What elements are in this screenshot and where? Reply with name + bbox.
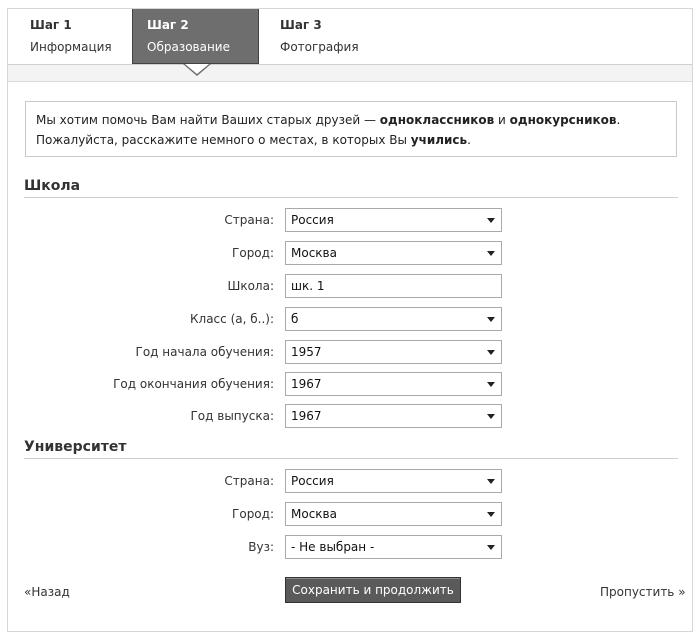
university-country-value: Россия <box>291 474 334 488</box>
info-bold-classmates: одноклассников <box>379 113 495 127</box>
school-name-label: Школа: <box>227 279 275 293</box>
back-link[interactable]: «Назад <box>24 585 70 599</box>
steps-bar: Шаг 1 Информация Шаг 2 Образование Шаг 3… <box>8 9 692 64</box>
chevron-down-icon <box>487 218 495 223</box>
save-and-continue-button[interactable]: Сохранить и продолжить <box>285 577 461 603</box>
step-1-title: Шаг 1 <box>30 18 72 32</box>
step-1-tab[interactable]: Шаг 1 Информация <box>16 9 144 64</box>
school-class-select[interactable]: б <box>285 307 502 331</box>
chevron-down-icon <box>487 414 495 419</box>
school-city-label: Город: <box>232 246 274 260</box>
chevron-down-icon <box>487 512 495 517</box>
info-text: Пожалуйста, расскажите немного о местах,… <box>36 133 411 147</box>
step-1-subtitle: Информация <box>30 40 112 54</box>
school-grad-year-label: Год выпуска: <box>190 409 274 423</box>
school-end-year-label: Год окончания обучения: <box>113 377 274 391</box>
info-bold-studied: учились <box>410 133 468 147</box>
info-text: . <box>616 113 621 127</box>
university-city-value: Москва <box>291 507 337 521</box>
school-country-select[interactable]: Россия <box>285 208 502 232</box>
school-class-label: Класс (а, б..): <box>190 312 274 326</box>
info-text: и <box>494 113 510 127</box>
university-name-label: Вуз: <box>248 540 274 554</box>
chevron-down-icon <box>487 545 495 550</box>
university-city-select[interactable]: Москва <box>285 502 502 526</box>
university-name-value: - Не выбран - <box>291 540 375 554</box>
chevron-down-icon <box>487 382 495 387</box>
university-name-select[interactable]: - Не выбран - <box>285 535 502 559</box>
step-3-title: Шаг 3 <box>280 18 322 32</box>
info-text: Мы хотим помочь Вам найти Ваших старых д… <box>36 113 380 127</box>
wizard-frame: Шаг 1 Информация Шаг 2 Образование Шаг 3… <box>7 8 693 632</box>
university-city-label: Город: <box>232 507 274 521</box>
school-section-title: Школа <box>24 178 81 194</box>
school-end-year-select[interactable]: 1967 <box>285 372 502 396</box>
school-city-select[interactable]: Москва <box>285 241 502 265</box>
school-grad-year-select[interactable]: 1967 <box>285 404 502 428</box>
chevron-down-icon <box>487 350 495 355</box>
chevron-down-icon <box>487 479 495 484</box>
skip-link[interactable]: Пропустить » <box>600 585 686 599</box>
school-country-label: Страна: <box>224 213 274 227</box>
chevron-down-icon <box>487 251 495 256</box>
steps-divider <box>8 64 692 82</box>
chevron-down-icon <box>487 317 495 322</box>
info-message: Мы хотим помочь Вам найти Ваших старых д… <box>25 101 677 157</box>
active-step-pointer-inner <box>185 64 209 74</box>
university-section-divider <box>24 458 678 459</box>
school-end-year-value: 1967 <box>291 377 322 391</box>
university-country-select[interactable]: Россия <box>285 469 502 493</box>
info-message-line-2: Пожалуйста, расскажите немного о местах,… <box>36 130 666 150</box>
university-section-title: Университет <box>24 439 127 455</box>
school-name-input[interactable]: шк. 1 <box>285 274 502 298</box>
school-grad-year-value: 1967 <box>291 409 322 423</box>
school-start-year-label: Год начала обучения: <box>135 345 274 359</box>
step-3-subtitle: Фотография <box>280 40 359 54</box>
school-country-value: Россия <box>291 213 334 227</box>
step-2-subtitle: Образование <box>147 40 230 54</box>
school-start-year-value: 1957 <box>291 345 322 359</box>
school-city-value: Москва <box>291 246 337 260</box>
school-start-year-select[interactable]: 1957 <box>285 340 502 364</box>
school-section-divider <box>24 197 678 198</box>
step-2-tab[interactable]: Шаг 2 Образование <box>132 9 259 64</box>
step-2-title: Шаг 2 <box>147 18 189 32</box>
info-text: . <box>467 133 471 147</box>
info-bold-coursemates: однокурсников <box>509 113 617 127</box>
step-3-tab[interactable]: Шаг 3 Фотография <box>266 9 394 64</box>
info-message-line-1: Мы хотим помочь Вам найти Ваших старых д… <box>36 110 666 130</box>
university-country-label: Страна: <box>224 474 274 488</box>
school-class-value: б <box>291 312 299 326</box>
school-name-value: шк. 1 <box>291 279 325 293</box>
